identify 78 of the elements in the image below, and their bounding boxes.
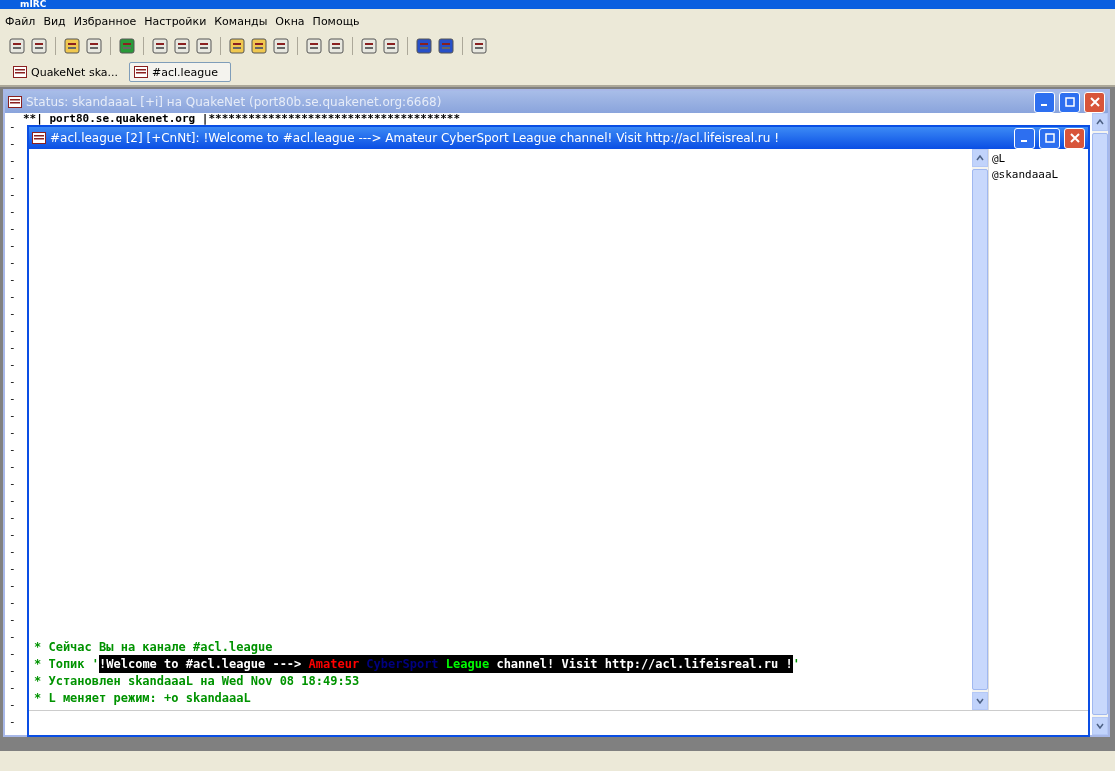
line-marker: - — [8, 493, 17, 509]
line-marker: - — [8, 714, 17, 730]
line-marker: - — [8, 561, 17, 577]
line-marker: - — [8, 646, 17, 662]
line-marker: - — [8, 544, 17, 560]
line-marker: - — [8, 272, 17, 288]
close-icon — [1089, 97, 1100, 107]
line-marker: - — [8, 204, 17, 220]
line-marker: - — [8, 119, 17, 135]
minimize-button[interactable] — [1034, 91, 1055, 113]
message-text: * Установлен skandaaaL на Wed Nov 08 18:49:53 — [34, 674, 360, 688]
maximize-icon — [1064, 97, 1075, 107]
line-marker: - — [8, 255, 17, 271]
window-icon — [134, 66, 149, 78]
menu-item[interactable]: Команды — [210, 14, 272, 28]
maximize-button[interactable] — [1059, 91, 1080, 113]
switchbar-tab[interactable]: QuakeNet ska... — [8, 62, 124, 82]
window-icon — [8, 96, 22, 108]
window-icon — [13, 66, 27, 78]
maximize-button[interactable] — [1039, 127, 1060, 149]
menu-item[interactable]: Избранное — [69, 14, 141, 28]
line-marker: - — [8, 153, 17, 169]
minimize-button[interactable] — [1014, 127, 1035, 149]
input-field[interactable] — [29, 710, 1088, 735]
line-marker: - — [8, 612, 17, 628]
close-icon — [1069, 133, 1080, 143]
line-marker: - — [8, 340, 17, 356]
line-marker: - — [8, 323, 17, 339]
menu-item[interactable]: Помощь — [308, 14, 364, 28]
switchbar-tab[interactable]: #acl.league — [129, 62, 232, 82]
window-icon — [32, 132, 46, 144]
nick-item[interactable]: @L — [992, 151, 1085, 167]
menu-item[interactable]: Вид — [39, 14, 70, 28]
line-marker: - — [8, 170, 17, 186]
window-title: #acl.league [2] [+CnNt]: !Welcome to #acl.league ---> Amateur CyberSport League channel! Visit http://acl.lifeisreal.ru ! — [50, 131, 780, 145]
line-marker: - — [8, 663, 17, 679]
line-marker: - — [8, 289, 17, 305]
line-marker: - — [8, 136, 17, 152]
menu-item[interactable]: Окна — [271, 14, 309, 28]
line-marker: - — [8, 697, 17, 713]
line-marker: - — [8, 357, 17, 373]
line-marker: - — [8, 595, 17, 611]
line-marker: - — [8, 374, 17, 390]
message-text: * Сейчас Вы на канале #acl.league — [34, 640, 273, 654]
message-text: Amateur — [308, 657, 361, 671]
scrollbar[interactable] — [972, 149, 988, 710]
line-marker: - — [8, 510, 17, 526]
message-text: League — [445, 657, 491, 671]
line-marker: - — [8, 578, 17, 594]
line-marker: - — [8, 306, 17, 322]
line-marker: - — [8, 391, 17, 407]
status-line: **| port80.se.quakenet.org |************************************** — [23, 112, 461, 125]
line-marker: - — [8, 187, 17, 203]
app-title: mIRC — [20, 0, 47, 9]
line-marker: - — [8, 408, 17, 424]
line-marker: - — [8, 527, 17, 543]
line-marker: - — [8, 459, 17, 475]
message-text: ' — [792, 657, 800, 671]
menu-item[interactable]: Настройки — [140, 14, 211, 28]
line-marker: - — [8, 442, 17, 458]
menu-item[interactable]: Файл — [1, 14, 40, 28]
close-button[interactable] — [1064, 127, 1085, 149]
nick-item[interactable]: @skandaaaL — [992, 167, 1085, 183]
close-button[interactable] — [1084, 91, 1105, 113]
message-text: !Welcome to #acl.league ---> — [99, 657, 303, 671]
line-marker: - — [8, 238, 17, 254]
message-text: * L меняет режим: +o skandaaaL — [34, 691, 251, 705]
line-marker: - — [8, 680, 17, 696]
line-marker: - — [8, 476, 17, 492]
line-marker: - — [8, 221, 17, 237]
line-marker: - — [8, 425, 17, 441]
maximize-icon — [1044, 133, 1055, 143]
line-marker: - — [8, 629, 17, 645]
window-title: Status: skandaaaL [+i] на QuakeNet (port80b.se.quakenet.org:6668) — [26, 95, 443, 109]
message-text: channel! Visit http://acl.lifeisreal.ru ! — [496, 657, 793, 671]
message-text: * Топик ' — [34, 657, 100, 671]
message-text: CyberSport — [366, 657, 440, 671]
scrollbar[interactable] — [1092, 113, 1108, 735]
